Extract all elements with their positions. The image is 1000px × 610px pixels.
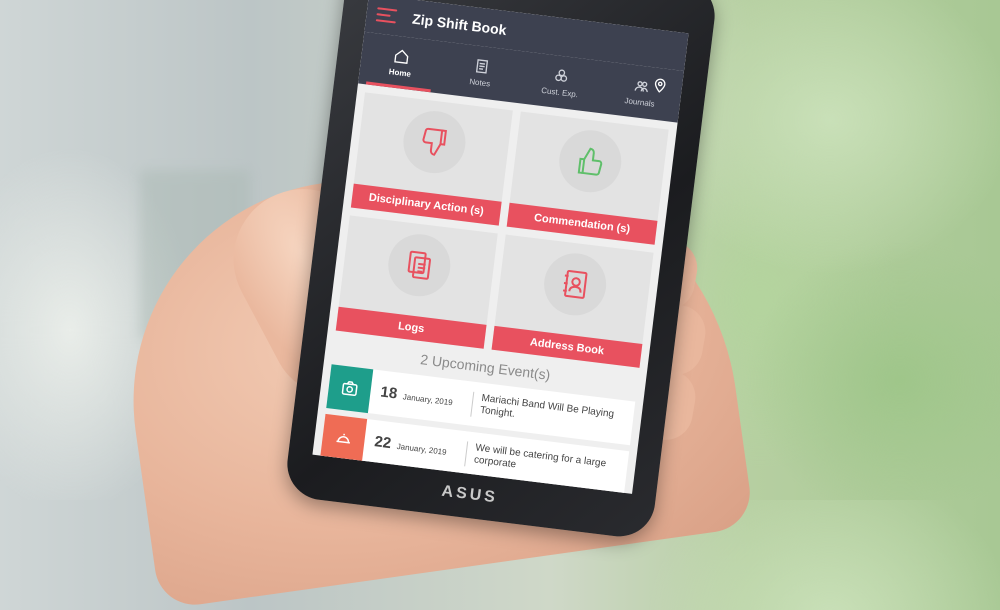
icon-circle (555, 126, 625, 196)
address-book-icon (562, 269, 587, 299)
icon-circle (540, 249, 610, 319)
event-day: 18 (379, 383, 399, 403)
thumbs-up-icon (577, 147, 602, 176)
home-content: Disciplinary Action (s) Commendation (s)… (312, 83, 677, 494)
tab-label: Journals (624, 95, 656, 109)
event-description: We will be catering for a large corporat… (464, 440, 629, 486)
food-tray-icon (336, 433, 350, 444)
camera-icon (341, 381, 358, 397)
hamburger-menu-icon[interactable] (375, 7, 398, 24)
icon-circle (384, 230, 454, 300)
tab-home[interactable]: Home (358, 32, 444, 93)
event-icon-box (320, 413, 368, 463)
event-date: 18 January, 2019 (370, 382, 473, 412)
icon-circle (399, 107, 469, 177)
tab-label: Home (388, 66, 412, 79)
phone-screen: Zip Shift Book Home Notes Cust. Exp. Jou… (312, 0, 689, 494)
disciplinary-action-card[interactable]: Disciplinary Action (s) (350, 92, 513, 226)
address-book-card[interactable]: Address Book (491, 234, 654, 368)
event-month-year: January, 2019 (402, 392, 454, 408)
location-pin-icon[interactable] (651, 75, 669, 95)
app-title: Zip Shift Book (411, 10, 508, 39)
logs-card[interactable]: Logs (335, 215, 498, 349)
tab-label: Notes (468, 76, 491, 88)
home-icon (394, 49, 409, 64)
event-description: Mariachi Band Will Be Playing Tonight. (470, 391, 635, 436)
tab-notes[interactable]: Notes (438, 42, 524, 103)
tab-cust-exp[interactable]: Cust. Exp. (518, 51, 604, 112)
event-day: 22 (373, 433, 393, 453)
tab-label: Cust. Exp. (540, 85, 579, 99)
event-date: 22 January, 2019 (363, 432, 466, 462)
feature-grid: Disciplinary Action (s) Commendation (s)… (335, 92, 669, 368)
customer-experience-icon (555, 69, 568, 82)
tab-journals[interactable]: Journals (598, 61, 684, 122)
notes-icon (475, 58, 488, 74)
event-icon-box (326, 364, 374, 414)
journals-icon (634, 80, 648, 92)
phone: Zip Shift Book Home Notes Cust. Exp. Jou… (283, 0, 719, 541)
commendation-card[interactable]: Commendation (s) (506, 111, 669, 245)
thumbs-down-icon (421, 127, 447, 156)
card-label: Address Book (491, 325, 643, 368)
event-month-year: January, 2019 (396, 441, 448, 457)
documents-icon (407, 250, 431, 280)
